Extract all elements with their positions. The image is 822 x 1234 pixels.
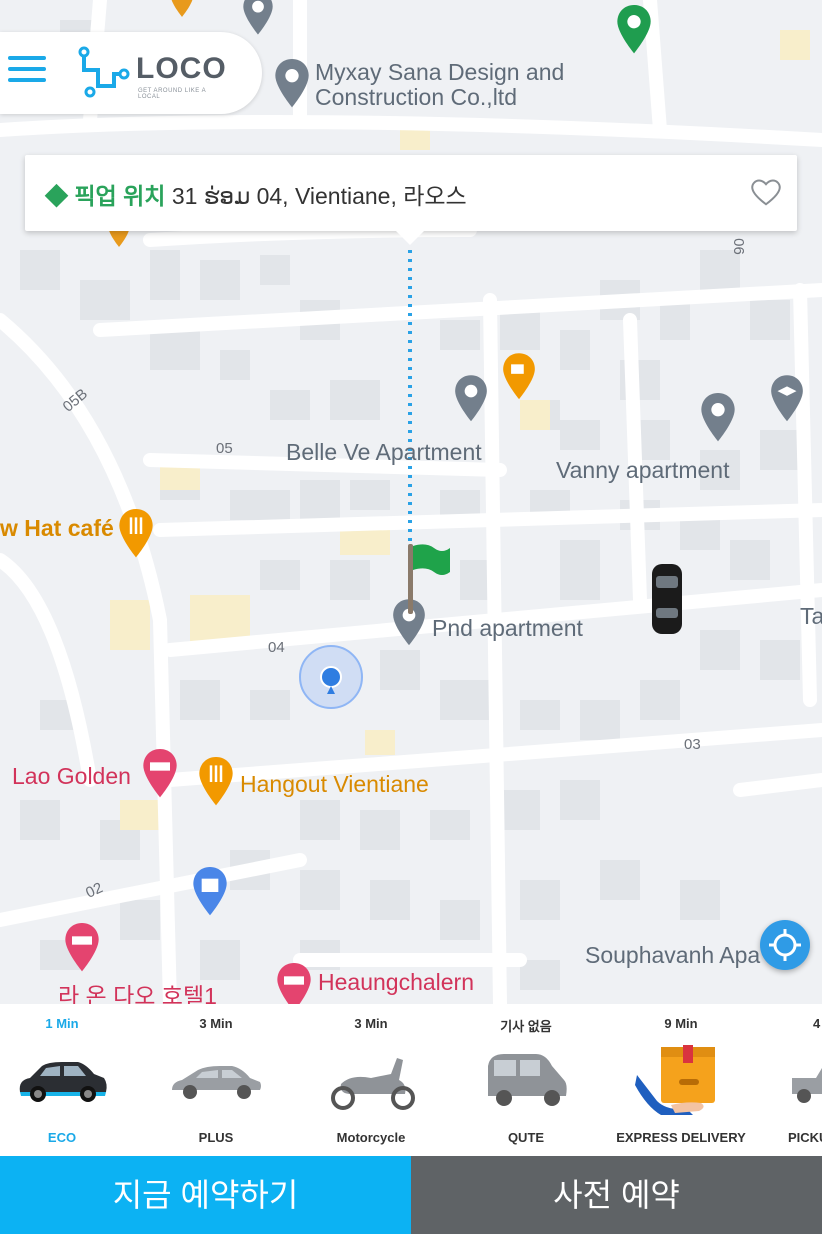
hotel-pin-icon[interactable]	[62, 922, 102, 974]
vehicle-selector: 1 Min ECO 3 Min PLUS 3 Min Motorcycle 기사…	[0, 1004, 822, 1156]
park-pin-icon[interactable]	[614, 4, 654, 56]
hotel-pin-icon[interactable]	[274, 962, 314, 1004]
vehicle-name: ECO	[47, 1130, 77, 1145]
vehicle-name: PLUS	[198, 1130, 234, 1145]
vehicle-eta: 3 Min	[199, 1016, 233, 1031]
vehicle-option-qute[interactable]: 기사 없음 QUTE	[451, 1004, 601, 1156]
poi-label-pnd: Pnd apartment	[432, 615, 583, 641]
menu-button[interactable]	[8, 56, 46, 88]
poi-label-myxay: Myxay Sana Design and Construction Co.,l…	[315, 59, 565, 111]
pickup-flag-icon	[408, 544, 450, 614]
delivery-box-icon	[635, 1045, 715, 1115]
vehicle-option-plus[interactable]: 3 Min PLUS	[141, 1004, 291, 1156]
hamburger-line	[8, 78, 46, 82]
logo-mark-icon	[78, 46, 130, 98]
pickup-label: ◆ 픽업 위치	[45, 183, 166, 209]
road-label-05: 05	[216, 440, 233, 457]
vehicle-eta: 기사 없음	[500, 1019, 552, 1034]
location-pin-icon[interactable]	[452, 374, 490, 424]
map-base	[0, 0, 822, 1004]
vehicle-name: EXPRESS DELIVERY	[616, 1130, 746, 1145]
vehicle-name: Motorcycle	[336, 1130, 406, 1145]
map-view[interactable]: 05B 05 04 03 02 06 Myxay Sana Design and…	[0, 0, 822, 1004]
road-label-04: 04	[268, 639, 285, 656]
vehicle-option-pickup[interactable]: 4 PICKU	[761, 1004, 822, 1156]
location-pin-icon[interactable]	[698, 392, 738, 444]
vehicle-name: QUTE	[507, 1130, 545, 1145]
hotel-pin-icon[interactable]	[140, 748, 180, 800]
vehicle-eta: 9 Min	[664, 1016, 698, 1031]
vehicle-option-eco[interactable]: 1 Min ECO	[0, 1004, 137, 1156]
shopping-pin-icon[interactable]	[190, 866, 230, 918]
hamburger-line	[8, 56, 46, 60]
location-pin-icon[interactable]	[168, 0, 196, 18]
pickup-card-pointer	[396, 231, 424, 245]
poi-label-souphavanh: Souphavanh Apa	[585, 942, 761, 968]
vehicle-eta: 4	[813, 1016, 821, 1031]
logo-text: LOCO	[136, 52, 227, 85]
cafe-pin-icon[interactable]	[500, 352, 538, 402]
crosshair-icon	[769, 929, 801, 961]
car-plus-icon	[172, 1066, 261, 1099]
school-pin-icon[interactable]	[768, 374, 806, 424]
schedule-booking-button[interactable]: 사전 예약	[411, 1156, 822, 1234]
qute-icon	[488, 1054, 567, 1106]
hamburger-line	[8, 67, 46, 71]
poi-label-hangout: Hangout Vientiane	[240, 771, 429, 797]
vehicle-name: PICKU	[788, 1130, 822, 1145]
road-label-03: 03	[684, 736, 701, 753]
app-header: LOCO GET AROUND LIKE A LOCAL	[0, 32, 262, 114]
vehicle-eta: 1 Min	[45, 1016, 79, 1031]
taxi-car-icon	[652, 564, 682, 634]
vehicle-option-motorcycle[interactable]: 3 Min Motorcycle	[296, 1004, 446, 1156]
road-label-06: 06	[729, 238, 747, 255]
restaurant-pin-icon[interactable]	[116, 508, 156, 560]
vehicle-option-express-delivery[interactable]: 9 Min EXPRESS DELIVERY	[606, 1004, 756, 1156]
poi-label-lao-golden: Lao Golden	[12, 763, 131, 789]
pickup-truck-icon	[792, 1068, 822, 1103]
my-location-button[interactable]	[760, 920, 810, 970]
location-pin-icon[interactable]	[240, 0, 276, 36]
restaurant-pin-icon[interactable]	[196, 756, 236, 808]
pickup-location-text: ◆ 픽업 위치 31 ຮ່ອມ 04, Vientiane, 라오스	[45, 177, 467, 211]
poi-label-la-on-dao: 라 온 다오 호텔1	[58, 983, 217, 1004]
poi-label-vanny: Vanny apartment	[556, 457, 730, 483]
vehicle-eta: 3 Min	[354, 1016, 388, 1031]
motorcycle-icon	[331, 1058, 415, 1110]
location-pin-icon[interactable]	[272, 58, 312, 110]
logo-tagline: GET AROUND LIKE A LOCAL	[138, 88, 206, 100]
pickup-location-card[interactable]: ◆ 픽업 위치 31 ຮ່ອມ 04, Vientiane, 라오스	[25, 155, 797, 231]
pickup-address: 31 ຮ່ອມ 04, Vientiane, 라오스	[171, 183, 467, 209]
app-logo: LOCO GET AROUND LIKE A LOCAL	[78, 46, 228, 100]
car-eco-icon	[19, 1062, 107, 1102]
poi-label-hat-cafe: w Hat café	[0, 515, 114, 541]
poi-label-heaungchalern: Heaungchalern	[318, 969, 475, 995]
poi-label-belle-ve: Belle Ve Apartment	[286, 439, 482, 465]
current-location-icon	[299, 645, 363, 709]
poi-label-ta: Ta	[800, 603, 822, 629]
favorite-heart-icon[interactable]	[751, 179, 781, 207]
book-now-button[interactable]: 지금 예약하기	[0, 1156, 411, 1234]
